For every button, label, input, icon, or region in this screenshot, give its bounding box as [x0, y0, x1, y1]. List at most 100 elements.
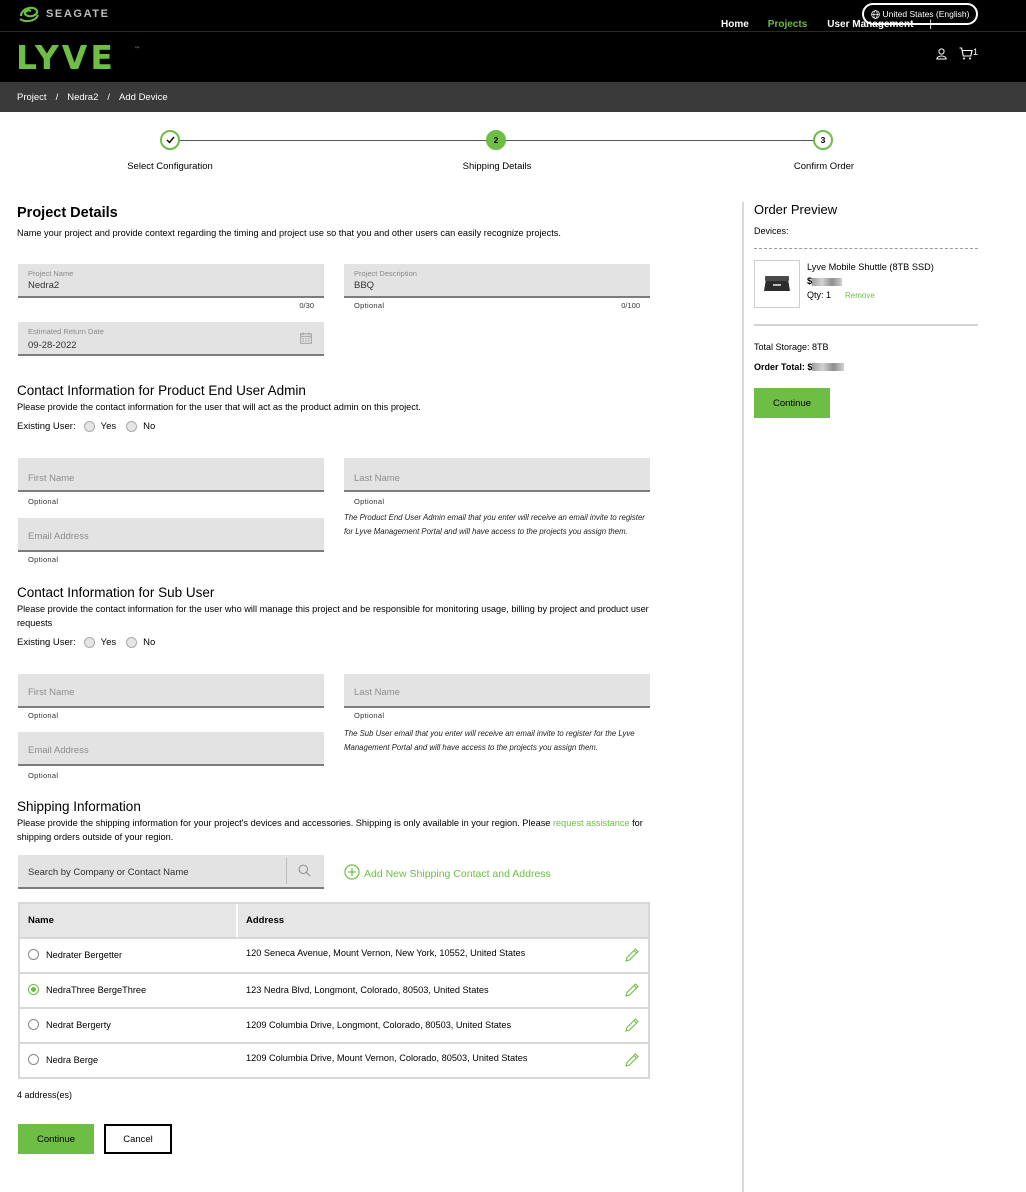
sub-existing-no-option[interactable]: No	[126, 637, 155, 648]
project-name-field[interactable]: Project Name Nedra2	[18, 264, 324, 298]
admin-existing-no-option[interactable]: No	[126, 421, 155, 432]
sub-last-name-helper: Optional	[354, 711, 385, 720]
project-name-counter: 0/30	[299, 301, 314, 310]
calendar-icon[interactable]	[300, 332, 312, 344]
sub-no-radio[interactable]	[126, 637, 138, 648]
admin-no-radio[interactable]	[126, 421, 138, 432]
row-radio[interactable]	[28, 1019, 39, 1030]
request-assistance-link[interactable]: request assistance	[553, 818, 630, 828]
search-icon[interactable]	[298, 864, 311, 877]
row-name: Nedra Berge	[46, 1055, 99, 1065]
edit-pencil-icon[interactable]	[624, 1017, 640, 1033]
project-details-title: Project Details	[17, 205, 118, 221]
sub-email-helper: Optional	[28, 771, 59, 780]
seagate-swirl-icon	[19, 6, 39, 23]
plus-circle-icon	[344, 864, 360, 880]
return-date-value: 09-28-2022	[28, 340, 77, 351]
total-storage: Total Storage: 8TB	[754, 342, 829, 352]
main-nav: Home Projects User Management |	[721, 19, 948, 30]
project-name-label: Project Name	[28, 269, 74, 278]
sub-last-name-field[interactable]: Last Name	[344, 674, 650, 708]
nav-separator: |	[929, 19, 933, 30]
drive-device-icon	[764, 276, 790, 291]
sub-email-placeholder: Email Address	[28, 745, 89, 756]
order-total: Order Total: $	[754, 362, 845, 372]
order-preview-divider	[742, 202, 744, 1192]
table-row[interactable]: Nedra Berge 1209 Columbia Drive, Mount V…	[20, 1042, 648, 1077]
project-details-description: Name your project and provide context re…	[17, 228, 561, 238]
row-address: 120 Seneca Avenue, Mount Vernon, New Yor…	[246, 948, 526, 958]
admin-existing-yes-option[interactable]: Yes	[83, 421, 117, 432]
shipping-title: Shipping Information	[17, 799, 141, 814]
svg-text:™: ™	[134, 46, 140, 53]
user-icon[interactable]	[936, 48, 947, 63]
admin-last-name-helper: Optional	[354, 497, 385, 506]
row-address: 123 Nedra Blvd, Longmont, Colorado, 8050…	[246, 985, 489, 995]
edit-pencil-icon[interactable]	[624, 1052, 640, 1068]
nav-projects[interactable]: Projects	[768, 19, 807, 30]
checkmark-icon	[166, 136, 175, 144]
admin-yes-radio[interactable]	[83, 421, 95, 432]
device-name: Lyve Mobile Shuttle (8TB SSD)	[807, 262, 934, 272]
breadcrumb-project[interactable]: Project	[17, 92, 47, 103]
shipping-address-table: Name Address Nedrater Bergetter 120 Sene…	[18, 902, 650, 1079]
sub-first-name-placeholder: First Name	[28, 687, 75, 698]
cancel-button[interactable]: Cancel	[104, 1124, 172, 1154]
nav-home[interactable]: Home	[721, 19, 749, 30]
project-name-value: Nedra2	[28, 280, 60, 291]
sub-existing-user: Existing User: Yes No	[17, 637, 155, 648]
shipping-description: Please provide the shipping information …	[17, 818, 643, 842]
admin-last-name-placeholder: Last Name	[354, 473, 400, 484]
sub-existing-yes-option[interactable]: Yes	[83, 637, 116, 648]
admin-yes-label: Yes	[100, 421, 117, 432]
admin-email-placeholder: Email Address	[28, 531, 89, 542]
sub-yes-radio[interactable]	[83, 637, 95, 648]
remove-device-link[interactable]: Remove	[845, 291, 875, 300]
redacted-total	[812, 363, 845, 371]
dashed-divider	[754, 248, 978, 249]
device-thumbnail	[754, 260, 800, 308]
step-3-circle: 3	[813, 130, 833, 150]
admin-first-name-field[interactable]: First Name	[18, 458, 324, 492]
edit-pencil-icon[interactable]	[624, 947, 640, 963]
table-row[interactable]: Nedrater Bergetter 120 Seneca Avenue, Mo…	[20, 937, 648, 972]
globe-icon	[870, 9, 880, 19]
admin-last-name-field[interactable]: Last Name	[344, 458, 650, 492]
table-row[interactable]: NedraThree BergeThree 123 Nedra Blvd, Lo…	[20, 972, 648, 1007]
continue-button[interactable]: Continue	[18, 1124, 94, 1154]
column-header-name: Name	[20, 904, 238, 937]
admin-email-field[interactable]: Email Address	[18, 518, 324, 552]
return-date-field[interactable]: Estimated Return Date 09-28-2022	[18, 322, 324, 356]
cart-icon	[959, 47, 973, 60]
project-description-value: BBQ	[354, 280, 375, 291]
table-header: Name Address	[20, 904, 648, 937]
project-description-helper: Optional	[354, 301, 385, 310]
order-continue-button[interactable]: Continue	[754, 388, 830, 418]
breadcrumb-separator: /	[107, 91, 111, 103]
sub-first-name-helper: Optional	[28, 711, 59, 720]
cart-button[interactable]: 1	[959, 47, 978, 60]
project-description-counter: 0/100	[621, 301, 640, 310]
seagate-logo[interactable]: SEAGATE	[18, 4, 110, 24]
row-radio-selected[interactable]	[28, 984, 39, 995]
row-name: NedraThree BergeThree	[46, 985, 147, 995]
add-shipping-contact-button[interactable]: Add New Shipping Contact and Address	[344, 864, 551, 880]
step-2-label: Shipping Details	[462, 161, 532, 172]
table-row[interactable]: Nedrat Bergerty 1209 Columbia Drive, Lon…	[20, 1007, 648, 1042]
row-radio[interactable]	[28, 949, 39, 960]
breadcrumb-nedra2[interactable]: Nedra2	[67, 92, 98, 103]
shipping-search-input[interactable]: Search by Company or Contact Name	[18, 855, 324, 889]
sub-first-name-field[interactable]: First Name	[18, 674, 324, 708]
add-shipping-contact-label: Add New Shipping Contact and Address	[364, 867, 551, 880]
edit-pencil-icon[interactable]	[624, 982, 640, 998]
device-quantity: Qty: 1	[807, 290, 832, 300]
sub-email-note: The Sub User email that you enter will r…	[344, 729, 635, 752]
project-description-field[interactable]: Project Description BBQ	[344, 264, 650, 298]
language-label: United States (English)	[882, 9, 970, 19]
sub-email-field[interactable]: Email Address	[18, 732, 324, 766]
step-2-circle: 2	[486, 130, 506, 150]
nav-user-management[interactable]: User Management	[827, 19, 913, 30]
admin-contact-title: Contact Information for Product End User…	[17, 383, 306, 398]
lyve-logo[interactable]: LYVE ™	[16, 38, 141, 77]
row-radio[interactable]	[28, 1054, 39, 1065]
